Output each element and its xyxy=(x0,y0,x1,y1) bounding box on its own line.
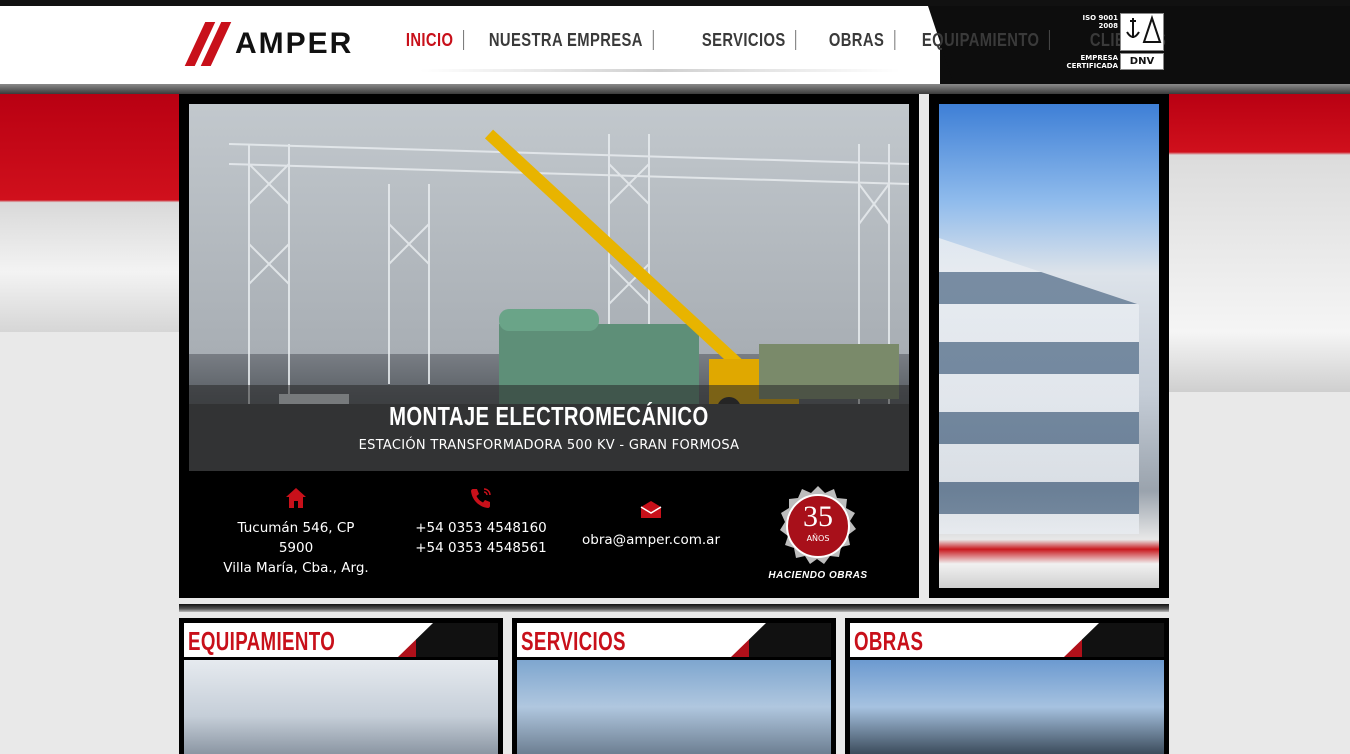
contact-phones: +54 0353 4548160 +54 0353 4548561 xyxy=(411,486,551,558)
logo-mark-icon xyxy=(184,22,232,66)
phone-icon xyxy=(471,488,491,508)
address-line1: Tucumán 546, CP 5900 xyxy=(237,520,355,556)
certification-anchor-icon xyxy=(1120,13,1164,51)
certified-line2: CERTIFICADA xyxy=(1066,62,1118,70)
home-icon xyxy=(286,488,306,508)
anniversary-badge: 35 AÑOS HACIENDO OBRAS xyxy=(757,486,879,584)
header-shadow xyxy=(0,84,1350,94)
card-header: OBRAS xyxy=(850,623,1164,657)
card-title-obras: OBRAS xyxy=(854,626,924,656)
slide-subtitle: ESTACIÓN TRANSFORMADORA 500 KV - GRAN FO… xyxy=(358,438,740,453)
iso-certification-badge: ISO 9001 2008 EMPRESA CERTIFICADA DNV xyxy=(1064,13,1164,71)
section-divider xyxy=(179,604,1169,612)
section-card-obras[interactable]: OBRAS xyxy=(845,618,1169,754)
section-card-equipamiento[interactable]: EQUIPAMIENTO xyxy=(179,618,503,754)
card-image-servicios[interactable] xyxy=(517,660,831,754)
card-title-servicios: SERVICIOS xyxy=(521,626,626,656)
contact-strip: Tucumán 546, CP 5900 Villa María, Cba., … xyxy=(179,486,919,586)
background-band-left xyxy=(0,92,180,332)
badge-years-label: AÑOS xyxy=(806,534,830,543)
hero-slide-image[interactable]: MONTAJE ELECTROMECÁNICO ESTACIÓN TRANSFO… xyxy=(189,104,909,471)
building-photo[interactable] xyxy=(939,104,1159,588)
background-band-right xyxy=(1168,92,1350,392)
card-header: SERVICIOS xyxy=(517,623,831,657)
address-line2: Villa María, Cba., Arg. xyxy=(223,560,369,576)
building-facade xyxy=(939,238,1139,534)
slide-title: MONTAJE ELECTROMECÁNICO xyxy=(389,401,709,431)
section-card-servicios[interactable]: SERVICIOS xyxy=(512,618,836,754)
iso-line2: 2008 xyxy=(1098,22,1118,30)
certified-line1: EMPRESA xyxy=(1080,54,1118,62)
nav-item-equipamiento[interactable]: EQUIPAMIENTO xyxy=(912,30,1050,50)
nav-item-inicio[interactable]: INICIO xyxy=(396,30,465,50)
phone-1[interactable]: +54 0353 4548160 xyxy=(411,518,551,538)
contact-email: obra@amper.com.ar xyxy=(581,498,721,550)
slide-caption: MONTAJE ELECTROMECÁNICO ESTACIÓN TRANSFO… xyxy=(189,385,909,471)
phone-2[interactable]: +54 0353 4548561 xyxy=(411,538,551,558)
iso-line1: ISO 9001 xyxy=(1082,14,1118,22)
dnv-logo: DNV xyxy=(1120,53,1164,70)
hero-slider-panel: MONTAJE ELECTROMECÁNICO ESTACIÓN TRANSFO… xyxy=(179,94,919,598)
email-link[interactable]: obra@amper.com.ar xyxy=(581,530,721,550)
badge-years: 35 xyxy=(803,500,833,533)
card-header: EQUIPAMIENTO xyxy=(184,623,498,657)
site-logo[interactable]: AMPER xyxy=(184,22,385,66)
nav-item-servicios[interactable]: SERVICIOS xyxy=(692,30,797,50)
nav-underline xyxy=(420,69,900,72)
card-image-obras[interactable] xyxy=(850,660,1164,754)
nav-item-obras[interactable]: OBRAS xyxy=(819,30,895,50)
logo-text: AMPER xyxy=(235,27,354,60)
card-image-equipamiento[interactable] xyxy=(184,660,498,754)
nav-item-nuestra-empresa[interactable]: NUESTRA EMPRESA xyxy=(479,30,654,50)
envelope-icon xyxy=(640,501,662,518)
badge-tagline: HACIENDO OBRAS xyxy=(768,570,868,581)
building-photo-panel xyxy=(929,94,1169,598)
card-title-equipamiento: EQUIPAMIENTO xyxy=(188,626,336,656)
contact-address: Tucumán 546, CP 5900 Villa María, Cba., … xyxy=(221,486,371,578)
